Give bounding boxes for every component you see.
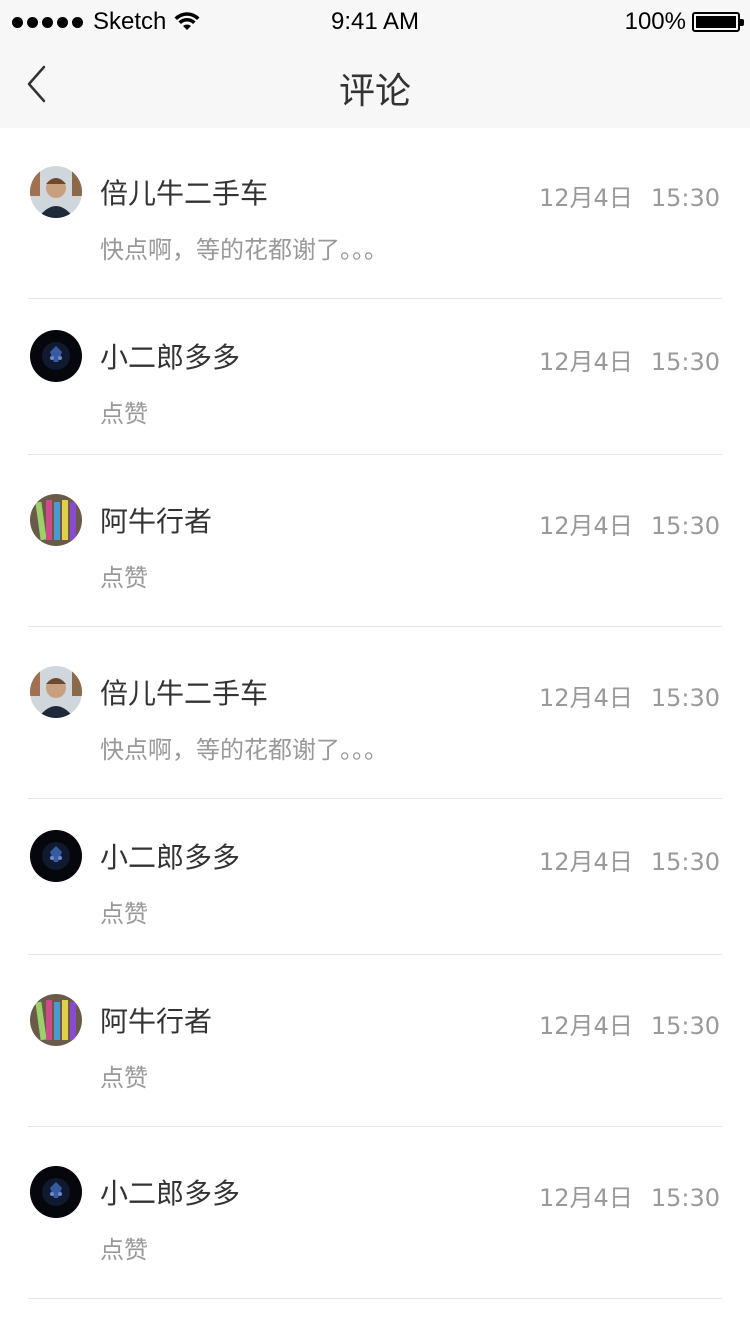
commenter-name[interactable]: 阿牛行者 <box>100 1000 212 1040</box>
commenter-name[interactable]: 小二郎多多 <box>100 336 240 376</box>
status-bar: Sketch 9:41 AM 100% <box>0 0 750 44</box>
avatar[interactable] <box>30 666 82 718</box>
comment-time: 15:30 <box>650 848 720 876</box>
commenter-name[interactable]: 小二郎多多 <box>100 836 240 876</box>
comment-item[interactable]: 小二郎多多 12月4日 15:30 点赞 <box>0 792 750 956</box>
comment-date: 12月4日 <box>539 512 633 540</box>
comment-date: 12月4日 <box>539 1012 633 1040</box>
comment-timestamp: 12月4日 15:30 <box>539 506 720 541</box>
comment-time: 15:30 <box>650 348 720 376</box>
comment-text: 快点啊，等的花都谢了。。。 <box>100 736 388 764</box>
comment-date: 12月4日 <box>539 348 633 376</box>
comment-text: 点赞 <box>100 400 148 428</box>
status-right: 100% <box>624 8 744 36</box>
comment-text: 点赞 <box>100 900 148 928</box>
comment-timestamp: 12月4日 15:30 <box>539 1178 720 1213</box>
page-title: 评论 <box>338 71 411 112</box>
battery-percent: 100% <box>624 8 686 35</box>
comment-item[interactable]: 小二郎多多 12月4日 15:30 点赞 <box>0 1128 750 1300</box>
commenter-name[interactable]: 阿牛行者 <box>100 500 212 540</box>
comment-timestamp: 12月4日 15:30 <box>539 342 720 377</box>
comment-time: 15:30 <box>650 512 720 540</box>
comment-time: 15:30 <box>650 1184 720 1212</box>
avatar[interactable] <box>30 1166 82 1218</box>
commenter-name[interactable]: 倍儿牛二手车 <box>100 172 268 212</box>
comment-text: 快点啊，等的花都谢了。。。 <box>100 236 388 264</box>
comment-time: 15:30 <box>650 184 720 212</box>
comment-text: 点赞 <box>100 564 148 592</box>
comment-date: 12月4日 <box>539 848 633 876</box>
comment-date: 12月4日 <box>539 1184 633 1212</box>
comment-item[interactable]: 小二郎多多 12月4日 15:30 点赞 <box>0 292 750 456</box>
comment-timestamp: 12月4日 15:30 <box>539 842 720 877</box>
comment-date: 12月4日 <box>539 684 633 712</box>
comment-date: 12月4日 <box>539 184 633 212</box>
battery-icon <box>692 12 744 32</box>
navigation-bar: 评论 <box>0 44 750 128</box>
comment-time: 15:30 <box>650 684 720 712</box>
divider <box>28 954 722 955</box>
divider <box>28 1126 722 1127</box>
comment-timestamp: 12月4日 15:30 <box>539 1006 720 1041</box>
avatar[interactable] <box>30 330 82 382</box>
comment-timestamp: 12月4日 15:30 <box>539 678 720 713</box>
avatar[interactable] <box>30 830 82 882</box>
commenter-name[interactable]: 小二郎多多 <box>100 1172 240 1212</box>
comment-timestamp: 12月4日 15:30 <box>539 178 720 213</box>
comment-item[interactable]: 倍儿牛二手车 12月4日 15:30 快点啊，等的花都谢了。。。 <box>0 128 750 300</box>
comment-time: 15:30 <box>650 1012 720 1040</box>
comment-text: 点赞 <box>100 1236 148 1264</box>
avatar[interactable] <box>30 494 82 546</box>
divider <box>28 1298 722 1299</box>
comment-item[interactable]: 阿牛行者 12月4日 15:30 点赞 <box>0 456 750 628</box>
comment-text: 点赞 <box>100 1064 148 1092</box>
avatar[interactable] <box>30 166 82 218</box>
comment-item[interactable]: 阿牛行者 12月4日 15:30 点赞 <box>0 956 750 1128</box>
comment-item[interactable]: 倍儿牛二手车 12月4日 15:30 快点啊，等的花都谢了。。。 <box>0 628 750 800</box>
avatar[interactable] <box>30 994 82 1046</box>
divider <box>28 626 722 627</box>
divider <box>28 454 722 455</box>
commenter-name[interactable]: 倍儿牛二手车 <box>100 672 268 712</box>
